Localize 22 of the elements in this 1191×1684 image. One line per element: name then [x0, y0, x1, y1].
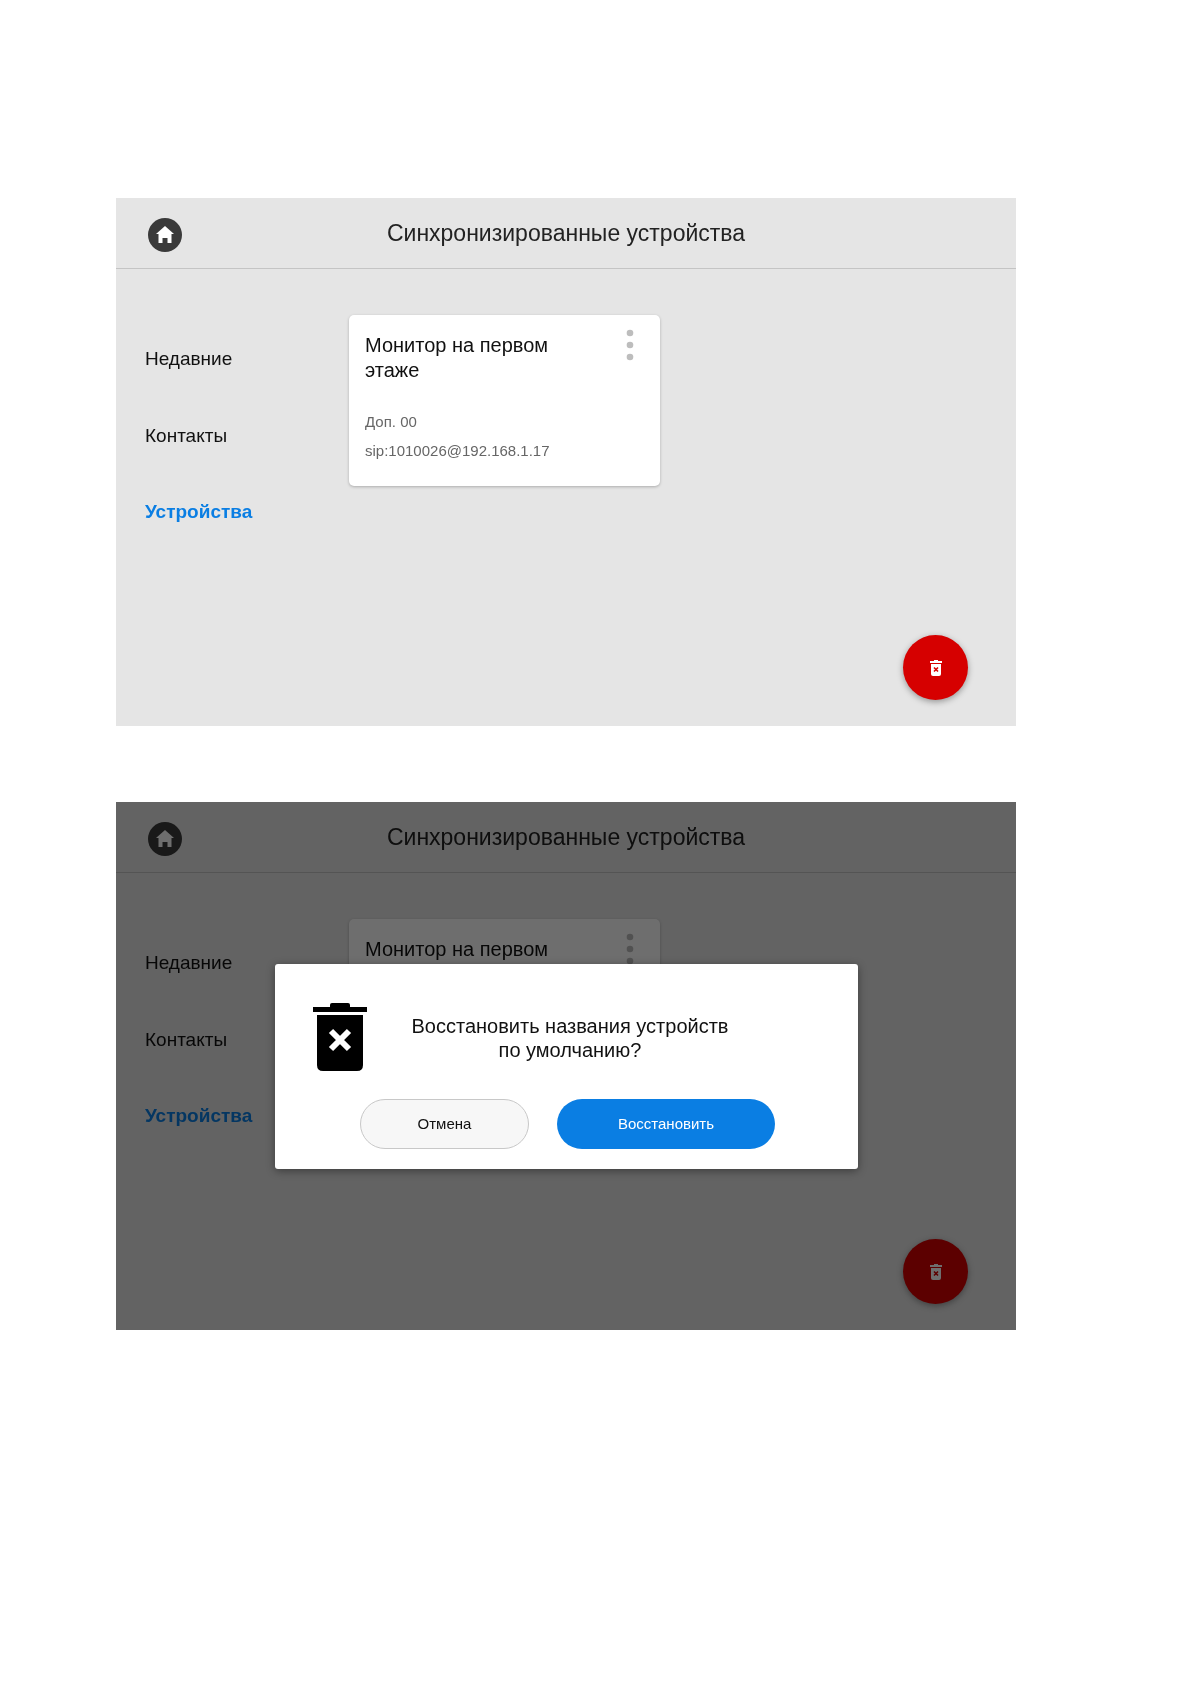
device-address: sip:1010026@192.168.1.17: [365, 440, 551, 461]
device-name: Монитор на первом: [365, 937, 550, 962]
cancel-button[interactable]: Отмена: [360, 1099, 529, 1149]
delete-button[interactable]: [903, 1239, 968, 1304]
nav-item[interactable]: Контакты: [145, 421, 228, 450]
screen-title: Синхронизированные устройства: [386, 218, 746, 248]
screen-title: Синхронизированные устройства: [386, 822, 746, 852]
dialog-message: Восстановить названия устройств по умолчанию?: [410, 1014, 730, 1062]
more-icon[interactable]: [626, 933, 634, 965]
home-icon[interactable]: [147, 217, 183, 253]
device-extension: Доп. 00: [365, 412, 418, 432]
nav-item[interactable]: Устройства: [145, 498, 253, 527]
restore-button[interactable]: Восстановить: [557, 1099, 775, 1149]
delete-button[interactable]: [903, 635, 968, 700]
trash-icon: [929, 1263, 942, 1280]
trash-icon: [929, 659, 942, 676]
trash-icon: [313, 1003, 367, 1071]
nav-item[interactable]: Недавние: [145, 949, 233, 978]
device-name: Монитор на первом этаже: [365, 333, 550, 383]
nav-item[interactable]: Недавние: [145, 345, 233, 374]
device-card[interactable]: Монитор на первом этаже Доп. 00 sip:1010026@192.168.1.17: [349, 315, 660, 486]
nav-item[interactable]: Контакты: [145, 1025, 228, 1054]
